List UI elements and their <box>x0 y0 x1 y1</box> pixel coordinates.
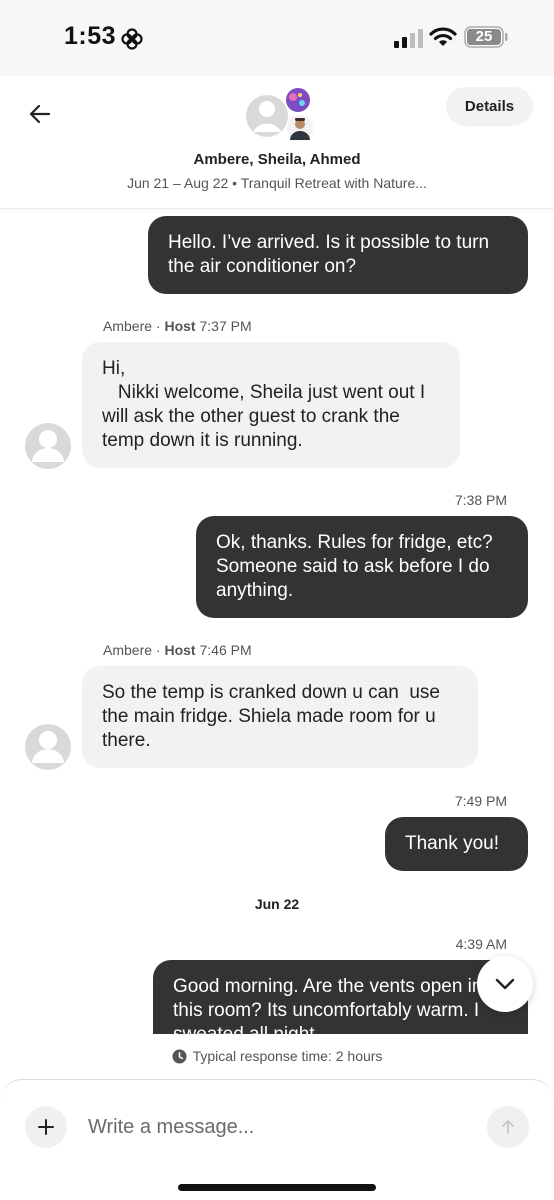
outgoing-message[interactable]: Ok, thanks. Rules for fridge, etc? Someo… <box>196 516 528 618</box>
response-bar: Typical response time: 2 hours <box>0 1034 554 1080</box>
scroll-to-bottom-button[interactable] <box>477 956 533 1012</box>
response-time-text: Typical response time: 2 hours <box>192 1048 383 1064</box>
message-time: 7:49 PM <box>454 793 507 809</box>
sender-line: Ambere · Host 7:46 PM <box>103 642 252 658</box>
send-arrow-icon <box>502 1120 514 1134</box>
message-time: 7:38 PM <box>454 492 507 508</box>
group-avatar[interactable] <box>245 88 315 148</box>
host-avatar[interactable] <box>24 723 72 771</box>
sender-line: Ambere · Host 7:37 PM <box>103 318 252 334</box>
home-indicator <box>178 1184 376 1191</box>
sender-role: Host <box>164 642 196 658</box>
details-button[interactable]: Details <box>446 87 533 126</box>
status-time: 1:53 <box>64 22 117 50</box>
incoming-message[interactable]: Hi, Nikki welcome, Sheila just went out … <box>82 342 460 468</box>
participants-title: Ambere, Sheila, Ahmed <box>193 151 361 168</box>
wifi-icon <box>429 27 457 46</box>
message-time: 7:46 PM <box>199 642 252 658</box>
outgoing-message[interactable]: Hello. I’ve arrived. Is it possible to t… <box>148 216 528 294</box>
cellular-signal-icon <box>394 29 423 48</box>
incoming-message[interactable]: So the temp is cranked down u can use th… <box>82 666 478 768</box>
sender-name: Ambere <box>103 642 153 658</box>
outgoing-message[interactable]: Thank you! <box>385 817 528 871</box>
conversation-header: Details Ambere, Sheila, Ahmed Jun 21 – A… <box>0 76 554 209</box>
plus-icon <box>38 1119 54 1135</box>
clock-icon <box>172 1048 187 1064</box>
status-bar: 1:53 25 <box>0 0 554 76</box>
date-separator: Jun 22 <box>254 896 300 912</box>
message-clip: Good morning. Are the vents open in this… <box>153 960 528 1034</box>
sender-name: Ambere <box>103 318 153 334</box>
chevron-down-icon <box>495 978 515 990</box>
trip-info: Jun 21 – Aug 22 • Tranquil Retreat with … <box>127 175 427 191</box>
message-time: 4:39 AM <box>455 936 507 952</box>
add-attachment-button[interactable] <box>25 1106 67 1148</box>
send-button[interactable] <box>487 1106 529 1148</box>
back-arrow-icon <box>29 104 51 124</box>
message-time: 7:37 PM <box>199 318 252 334</box>
back-button[interactable] <box>24 98 56 130</box>
compose-bar <box>0 1079 554 1200</box>
sender-role: Host <box>164 318 196 334</box>
message-input[interactable] <box>88 1110 468 1144</box>
focus-icon <box>121 28 143 50</box>
response-time-row: Typical response time: 2 hours <box>0 1048 554 1064</box>
outgoing-message[interactable]: Good morning. Are the vents open in this… <box>153 960 528 1034</box>
host-avatar[interactable] <box>24 422 72 470</box>
battery-level: 25 <box>475 28 493 45</box>
